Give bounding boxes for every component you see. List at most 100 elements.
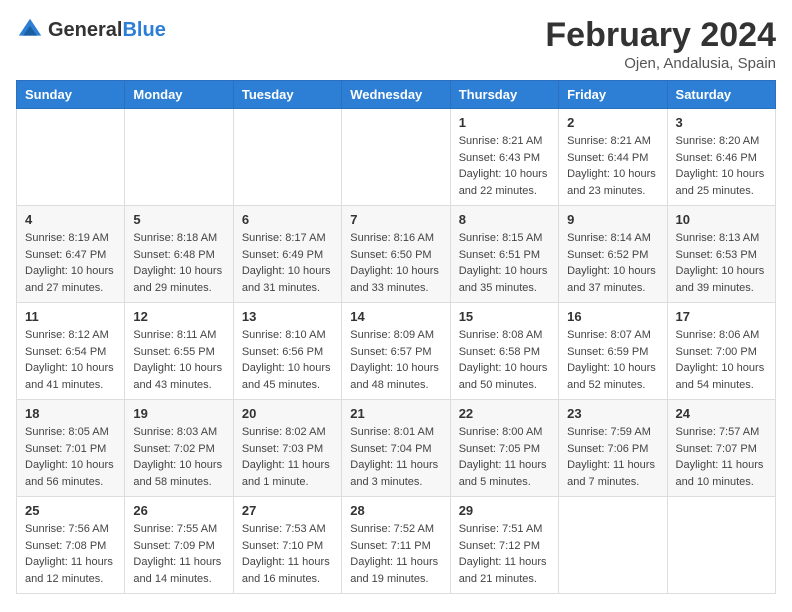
- calendar-cell: 25 Sunrise: 7:56 AMSunset: 7:08 PMDayligh…: [17, 497, 125, 594]
- day-info: Sunrise: 8:13 AMSunset: 6:53 PMDaylight:…: [676, 230, 767, 296]
- day-number: 10: [676, 212, 767, 227]
- title-block: February 2024 Ojen, Andalusia, Spain: [545, 16, 776, 72]
- day-number: 1: [459, 115, 550, 130]
- day-number: 5: [133, 212, 224, 227]
- logo-blue: Blue: [122, 19, 165, 41]
- calendar-cell: 27 Sunrise: 7:53 AMSunset: 7:10 PMDayligh…: [233, 497, 341, 594]
- day-number: 7: [350, 212, 441, 227]
- day-number: 20: [242, 406, 333, 421]
- calendar-cell: 15 Sunrise: 8:08 AMSunset: 6:58 PMDayligh…: [450, 303, 558, 400]
- calendar-week-row: 25 Sunrise: 7:56 AMSunset: 7:08 PMDayligh…: [17, 497, 776, 594]
- day-number: 15: [459, 309, 550, 324]
- day-info: Sunrise: 8:08 AMSunset: 6:58 PMDaylight:…: [459, 327, 550, 393]
- calendar-cell: 8 Sunrise: 8:15 AMSunset: 6:51 PMDaylight…: [450, 206, 558, 303]
- calendar-cell: [667, 497, 775, 594]
- day-number: 16: [567, 309, 658, 324]
- day-info: Sunrise: 8:21 AMSunset: 6:43 PMDaylight:…: [459, 133, 550, 199]
- day-number: 6: [242, 212, 333, 227]
- calendar-cell: 11 Sunrise: 8:12 AMSunset: 6:54 PMDayligh…: [17, 303, 125, 400]
- calendar-cell: 17 Sunrise: 8:06 AMSunset: 7:00 PMDayligh…: [667, 303, 775, 400]
- day-info: Sunrise: 8:11 AMSunset: 6:55 PMDaylight:…: [133, 327, 224, 393]
- calendar-week-row: 18 Sunrise: 8:05 AMSunset: 7:01 PMDayligh…: [17, 400, 776, 497]
- day-info: Sunrise: 8:03 AMSunset: 7:02 PMDaylight:…: [133, 424, 224, 490]
- calendar-cell: [233, 109, 341, 206]
- day-info: Sunrise: 8:15 AMSunset: 6:51 PMDaylight:…: [459, 230, 550, 296]
- day-info: Sunrise: 8:17 AMSunset: 6:49 PMDaylight:…: [242, 230, 333, 296]
- calendar-cell: 13Sunrise: 8:10 AMSunset: 6:56 PMDayligh…: [233, 303, 341, 400]
- day-info: Sunrise: 7:57 AMSunset: 7:07 PMDaylight:…: [676, 424, 767, 490]
- calendar-cell: 4Sunrise: 8:19 AMSunset: 6:47 PMDaylight…: [17, 206, 125, 303]
- month-year-title: February 2024: [545, 16, 776, 55]
- column-header-monday: Monday: [125, 81, 233, 109]
- calendar-cell: 16 Sunrise: 8:07 AMSunset: 6:59 PMDayligh…: [559, 303, 667, 400]
- calendar-cell: 24Sunrise: 7:57 AMSunset: 7:07 PMDayligh…: [667, 400, 775, 497]
- day-number: 17: [676, 309, 767, 324]
- day-info: Sunrise: 8:07 AMSunset: 6:59 PMDaylight:…: [567, 327, 658, 393]
- day-number: 14: [350, 309, 441, 324]
- day-info: Sunrise: 8:14 AMSunset: 6:52 PMDaylight:…: [567, 230, 658, 296]
- calendar-header-row: SundayMondayTuesdayWednesdayThursdayFrid…: [17, 81, 776, 109]
- calendar-cell: 7Sunrise: 8:16 AMSunset: 6:50 PMDaylight…: [342, 206, 450, 303]
- calendar-cell: 10 Sunrise: 8:13 AMSunset: 6:53 PMDayligh…: [667, 206, 775, 303]
- calendar-cell: 22 Sunrise: 8:00 AMSunset: 7:05 PMDayligh…: [450, 400, 558, 497]
- day-number: 18: [25, 406, 116, 421]
- column-header-thursday: Thursday: [450, 81, 558, 109]
- day-info: Sunrise: 7:56 AMSunset: 7:08 PMDaylight:…: [25, 521, 116, 587]
- day-info: Sunrise: 7:52 AMSunset: 7:11 PMDaylight:…: [350, 521, 441, 587]
- day-info: Sunrise: 7:55 AMSunset: 7:09 PMDaylight:…: [133, 521, 224, 587]
- calendar-cell: 5 Sunrise: 8:18 AMSunset: 6:48 PMDaylight…: [125, 206, 233, 303]
- day-info: Sunrise: 8:10 AMSunset: 6:56 PMDaylight:…: [242, 327, 333, 393]
- day-info: Sunrise: 7:51 AMSunset: 7:12 PMDaylight:…: [459, 521, 550, 587]
- day-number: 8: [459, 212, 550, 227]
- calendar-cell: 6 Sunrise: 8:17 AMSunset: 6:49 PMDaylight…: [233, 206, 341, 303]
- logo-text: GeneralBlue: [48, 19, 166, 42]
- calendar-cell: 14 Sunrise: 8:09 AMSunset: 6:57 PMDayligh…: [342, 303, 450, 400]
- page-header: GeneralBlue February 2024 Ojen, Andalusi…: [16, 16, 776, 72]
- day-number: 27: [242, 503, 333, 518]
- day-info: Sunrise: 7:53 AMSunset: 7:10 PMDaylight:…: [242, 521, 333, 587]
- day-number: 12: [133, 309, 224, 324]
- calendar-cell: [17, 109, 125, 206]
- day-info: Sunrise: 8:01 AMSunset: 7:04 PMDaylight:…: [350, 424, 441, 490]
- calendar-cell: 18 Sunrise: 8:05 AMSunset: 7:01 PMDayligh…: [17, 400, 125, 497]
- day-number: 21: [350, 406, 441, 421]
- logo-icon: [16, 16, 44, 44]
- day-info: Sunrise: 8:19 AMSunset: 6:47 PMDaylight:…: [25, 230, 116, 296]
- column-header-saturday: Saturday: [667, 81, 775, 109]
- calendar-cell: 28 Sunrise: 7:52 AMSunset: 7:11 PMDayligh…: [342, 497, 450, 594]
- calendar-cell: 1 Sunrise: 8:21 AMSunset: 6:43 PMDaylight…: [450, 109, 558, 206]
- calendar-cell: 29 Sunrise: 7:51 AMSunset: 7:12 PMDayligh…: [450, 497, 558, 594]
- day-info: Sunrise: 8:18 AMSunset: 6:48 PMDaylight:…: [133, 230, 224, 296]
- day-info: Sunrise: 8:02 AMSunset: 7:03 PMDaylight:…: [242, 424, 333, 490]
- logo-general: General: [48, 19, 122, 41]
- day-number: 26: [133, 503, 224, 518]
- logo: GeneralBlue: [16, 16, 166, 44]
- day-number: 19: [133, 406, 224, 421]
- day-number: 22: [459, 406, 550, 421]
- day-info: Sunrise: 8:00 AMSunset: 7:05 PMDaylight:…: [459, 424, 550, 490]
- calendar-week-row: 4Sunrise: 8:19 AMSunset: 6:47 PMDaylight…: [17, 206, 776, 303]
- column-header-sunday: Sunday: [17, 81, 125, 109]
- calendar-cell: 12 Sunrise: 8:11 AMSunset: 6:55 PMDayligh…: [125, 303, 233, 400]
- day-number: 28: [350, 503, 441, 518]
- calendar-cell: [559, 497, 667, 594]
- calendar-week-row: 1 Sunrise: 8:21 AMSunset: 6:43 PMDaylight…: [17, 109, 776, 206]
- calendar-cell: 23Sunrise: 7:59 AMSunset: 7:06 PMDayligh…: [559, 400, 667, 497]
- column-header-wednesday: Wednesday: [342, 81, 450, 109]
- calendar-cell: 21 Sunrise: 8:01 AMSunset: 7:04 PMDayligh…: [342, 400, 450, 497]
- day-info: Sunrise: 8:06 AMSunset: 7:00 PMDaylight:…: [676, 327, 767, 393]
- day-number: 29: [459, 503, 550, 518]
- location-subtitle: Ojen, Andalusia, Spain: [545, 55, 776, 72]
- calendar-cell: 3Sunrise: 8:20 AMSunset: 6:46 PMDaylight…: [667, 109, 775, 206]
- day-info: Sunrise: 8:05 AMSunset: 7:01 PMDaylight:…: [25, 424, 116, 490]
- day-number: 11: [25, 309, 116, 324]
- calendar-week-row: 11 Sunrise: 8:12 AMSunset: 6:54 PMDayligh…: [17, 303, 776, 400]
- day-info: Sunrise: 8:09 AMSunset: 6:57 PMDaylight:…: [350, 327, 441, 393]
- day-info: Sunrise: 8:21 AMSunset: 6:44 PMDaylight:…: [567, 133, 658, 199]
- day-number: 25: [25, 503, 116, 518]
- calendar-cell: [342, 109, 450, 206]
- day-number: 23: [567, 406, 658, 421]
- calendar-cell: 20 Sunrise: 8:02 AMSunset: 7:03 PMDayligh…: [233, 400, 341, 497]
- calendar-table: SundayMondayTuesdayWednesdayThursdayFrid…: [16, 80, 776, 594]
- day-info: Sunrise: 8:12 AMSunset: 6:54 PMDaylight:…: [25, 327, 116, 393]
